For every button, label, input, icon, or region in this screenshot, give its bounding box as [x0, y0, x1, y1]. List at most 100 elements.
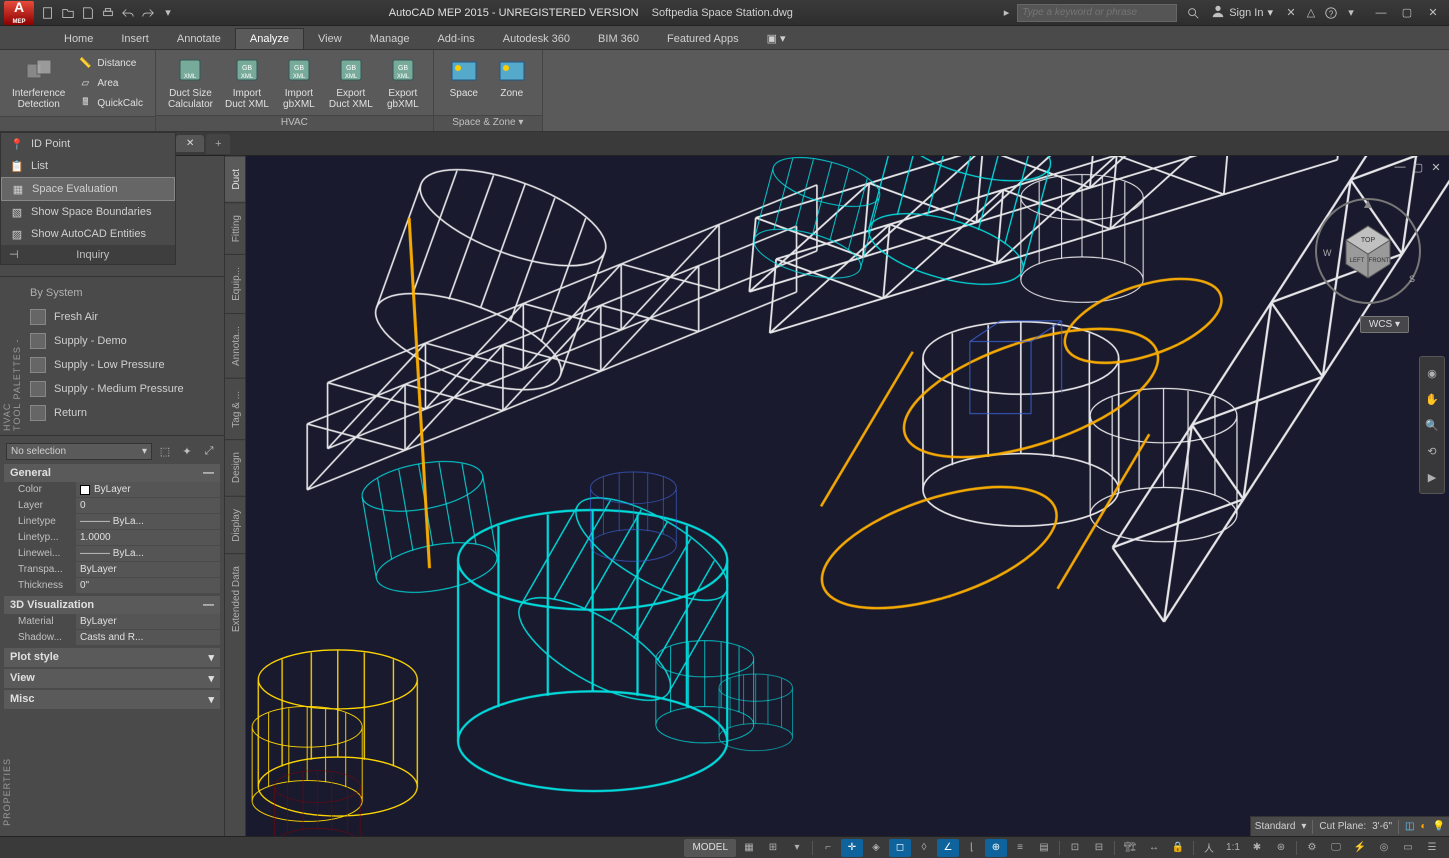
interference-detection-button[interactable]: Interference Detection — [6, 52, 71, 112]
qat-redo-icon[interactable] — [138, 3, 158, 23]
qat-undo-icon[interactable] — [118, 3, 138, 23]
vp-icon-3[interactable]: 💡 — [1433, 821, 1445, 832]
tab-manage[interactable]: Manage — [356, 29, 424, 49]
pan-icon[interactable]: ✋ — [1422, 389, 1442, 409]
pickadd-icon[interactable]: ✦ — [178, 442, 196, 460]
vp-maximize-icon[interactable]: ▢ — [1411, 160, 1425, 174]
qat-dropdown-icon[interactable]: ▾ — [158, 3, 178, 23]
vtab-5[interactable]: Design — [225, 439, 245, 495]
props-row[interactable]: Transpa...ByLayer — [4, 562, 220, 578]
vtab-4[interactable]: Tag & ... — [225, 378, 245, 440]
hvac-btn-3[interactable]: GBXMLExport Duct XML — [323, 52, 379, 112]
hwaccel-icon[interactable]: ⚡ — [1349, 839, 1371, 857]
annoscale-icon[interactable]: 人 — [1198, 839, 1220, 857]
sc-icon[interactable]: ⊟ — [1088, 839, 1110, 857]
help-icon[interactable]: ? — [1321, 3, 1341, 23]
palette-item-4[interactable]: Return — [0, 401, 224, 425]
props-row[interactable]: Shadow...Casts and R... — [4, 630, 220, 646]
fullnav-icon[interactable]: ◉ — [1422, 363, 1442, 383]
dyn-icon[interactable]: ⊕ — [985, 839, 1007, 857]
search-icon[interactable] — [1183, 3, 1203, 23]
qat-new-icon[interactable] — [38, 3, 58, 23]
tab-bim360[interactable]: BIM 360 — [584, 29, 653, 49]
tab-autodesk360[interactable]: Autodesk 360 — [489, 29, 584, 49]
replace-icon[interactable]: ↔ — [1143, 839, 1165, 857]
group-label-spacezone[interactable]: Space & Zone ▾ — [434, 115, 542, 131]
cloud-icon[interactable]: △ — [1301, 3, 1321, 23]
props-section-collapsed[interactable]: Misc▾ — [4, 690, 220, 709]
tab-view[interactable]: View — [304, 29, 356, 49]
viewport[interactable]: — ▢ ✕ TOP LEFT FRONT W S WCS ▾ — [246, 156, 1449, 836]
help-dropdown-icon[interactable]: ▾ — [1341, 3, 1361, 23]
signin-button[interactable]: Sign In ▾ — [1211, 4, 1273, 21]
viewcube[interactable]: TOP LEFT FRONT W S — [1313, 196, 1423, 306]
vtab-7[interactable]: Extended Data — [225, 553, 245, 644]
qat-open-icon[interactable] — [58, 3, 78, 23]
ducs-icon[interactable]: ⌊ — [961, 839, 983, 857]
snap-icon[interactable]: ⊞ — [762, 839, 784, 857]
palette-item-0[interactable]: Fresh Air — [0, 305, 224, 329]
tab-home[interactable]: Home — [50, 29, 107, 49]
app-icon[interactable] — [4, 1, 34, 25]
props-row[interactable]: Layer0 — [4, 498, 220, 514]
hvac-btn-2[interactable]: GBXMLImport gbXML — [275, 52, 323, 112]
inquiry-item-0[interactable]: 📍ID Point — [1, 133, 175, 155]
inquiry-footer[interactable]: ⊣ Inquiry — [1, 245, 175, 264]
restore-button[interactable]: ▢ — [1395, 4, 1419, 22]
otrack-icon[interactable]: ∠ — [937, 839, 959, 857]
palette-category[interactable]: By System — [0, 283, 224, 305]
selectobj-icon[interactable]: ⤢ — [200, 442, 218, 460]
cleanscr-icon[interactable]: ▭ — [1397, 839, 1419, 857]
search-input[interactable] — [1017, 4, 1177, 22]
tpy-icon[interactable]: ▤ — [1033, 839, 1055, 857]
autoadd-icon[interactable]: ⊛ — [1270, 839, 1292, 857]
tab-annotate[interactable]: Annotate — [163, 29, 235, 49]
inquiry-item-2[interactable]: ▦Space Evaluation — [1, 177, 175, 201]
props-row[interactable]: Linetype——— ByLa... — [4, 514, 220, 530]
qp-icon[interactable]: ⊡ — [1064, 839, 1086, 857]
quickcalc-button[interactable]: 🖩QuickCalc — [75, 94, 145, 112]
custom-icon[interactable]: ☰ — [1421, 839, 1443, 857]
close-tab-icon[interactable]: ✕ — [186, 138, 194, 149]
properties-selector[interactable]: No selection▾ — [6, 443, 152, 460]
orbit-icon[interactable]: ⟲ — [1422, 441, 1442, 461]
props-row[interactable]: Linetyp...1.0000 — [4, 530, 220, 546]
model-button[interactable]: MODEL — [684, 839, 736, 857]
hvac-btn-4[interactable]: GBXMLExport gbXML — [379, 52, 427, 112]
lwt-icon[interactable]: ≡ — [1009, 839, 1031, 857]
iso-icon[interactable]: ◈ — [865, 839, 887, 857]
palette-item-3[interactable]: Supply - Medium Pressure — [0, 377, 224, 401]
props-row[interactable]: Linewei...——— ByLa... — [4, 546, 220, 562]
polar-icon[interactable]: ✛ — [841, 839, 863, 857]
inquiry-item-3[interactable]: ▧Show Space Boundaries — [1, 201, 175, 223]
sz-btn-1[interactable]: Zone — [488, 52, 536, 101]
props-row[interactable]: ColorByLayer — [4, 482, 220, 498]
scale-button[interactable]: 1:1 — [1222, 839, 1244, 857]
new-tab-button[interactable]: + — [206, 134, 230, 154]
showmotion-icon[interactable]: ▶ — [1422, 467, 1442, 487]
props-row[interactable]: Thickness0" — [4, 578, 220, 594]
document-tab[interactable]: ✕ — [176, 135, 204, 152]
vtab-6[interactable]: Display — [225, 496, 245, 554]
distance-button[interactable]: 📏Distance — [75, 54, 145, 72]
vp-icon-2[interactable]: ◐ — [1421, 821, 1427, 832]
cutplane-value[interactable]: 3'-6" — [1372, 821, 1392, 832]
monitor-icon[interactable]: 🖵 — [1325, 839, 1347, 857]
vtab-0[interactable]: Duct — [225, 156, 245, 202]
props-section-collapsed[interactable]: Plot style▾ — [4, 648, 220, 667]
tab-overflow-icon[interactable]: ▣ ▾ — [753, 28, 800, 49]
vtab-3[interactable]: Annota... — [225, 313, 245, 378]
osnap-icon[interactable]: ◻ — [889, 839, 911, 857]
dropdown1-icon[interactable]: ▾ — [786, 839, 808, 857]
wcs-badge[interactable]: WCS ▾ — [1360, 316, 1409, 333]
elev-icon[interactable]: 🏗 — [1119, 839, 1141, 857]
qat-print-icon[interactable] — [98, 3, 118, 23]
inquiry-item-1[interactable]: 📋List — [1, 155, 175, 177]
vtab-2[interactable]: Equip... — [225, 254, 245, 313]
tab-analyze[interactable]: Analyze — [235, 28, 304, 49]
hvac-btn-1[interactable]: GBXMLImport Duct XML — [219, 52, 275, 112]
quickselect-icon[interactable]: ⬚ — [156, 442, 174, 460]
minimize-button[interactable]: — — [1369, 4, 1393, 22]
close-button[interactable]: ✕ — [1421, 4, 1445, 22]
ortho-icon[interactable]: ⌐ — [817, 839, 839, 857]
